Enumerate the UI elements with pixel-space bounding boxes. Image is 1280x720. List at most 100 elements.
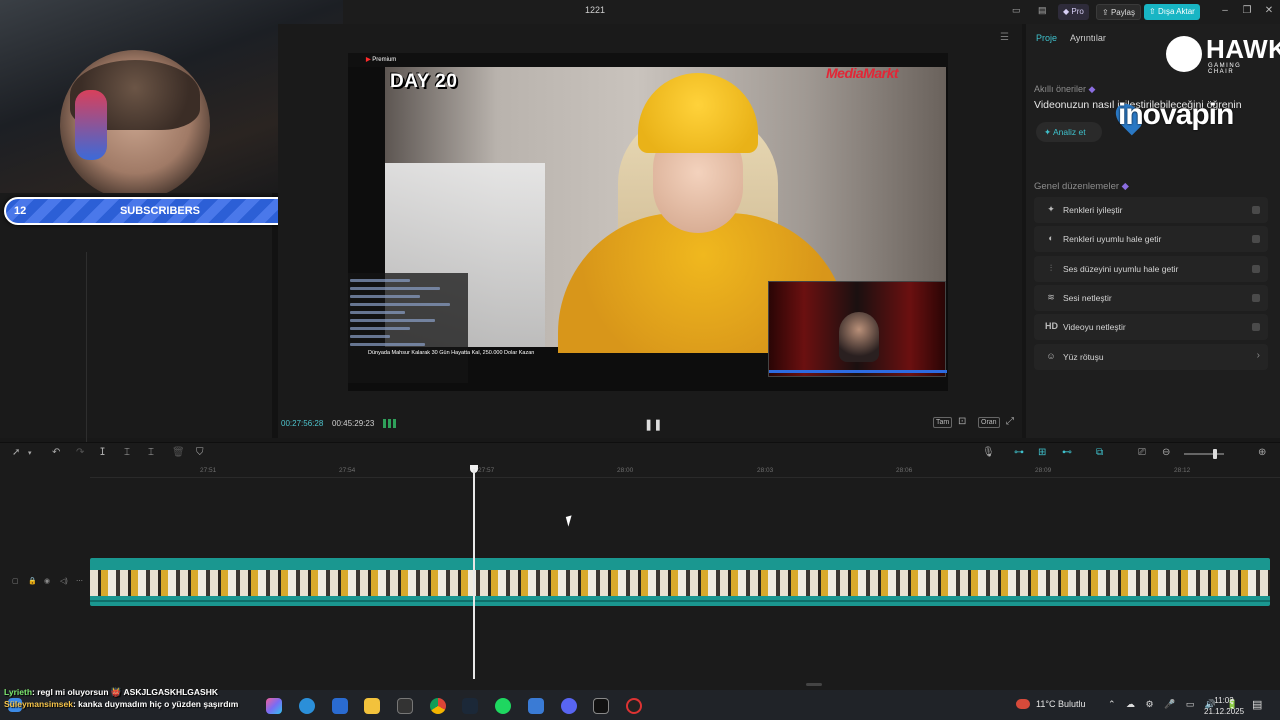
undo-icon[interactable]: ↶ [52, 447, 60, 458]
video-caption: Dünyada Mahsur Kalarak 30 Gün Hayatta Ka… [368, 350, 535, 356]
shortcuts-icon[interactable]: ▤ [1038, 5, 1047, 16]
ruler-tick: 27:57 [478, 467, 495, 474]
minimize-button[interactable]: – [1218, 5, 1232, 16]
analyze-button[interactable]: ✦ Analiz et [1036, 122, 1102, 142]
option-toggle[interactable] [1252, 265, 1260, 273]
zoom-in-icon[interactable]: ⊕ [1258, 447, 1266, 458]
color-match-icon: ◐ [1048, 233, 1054, 243]
link-icon[interactable]: ⊶ [1014, 447, 1024, 458]
export-label: Dışa Aktar [1157, 7, 1195, 16]
mediamarkt-logo: MediaMarkt [826, 65, 899, 81]
shield-icon[interactable]: ⛉ [196, 447, 204, 458]
outlook-icon[interactable] [332, 698, 348, 714]
menu-icon[interactable]: ☰ [1000, 32, 1010, 43]
notification-icon[interactable]: ▤ [1252, 698, 1262, 711]
weather-text[interactable]: 11°C Bulutlu [1036, 699, 1085, 709]
zoom-slider-handle[interactable] [1213, 449, 1217, 459]
ruler-tick: 27:54 [339, 467, 356, 474]
speaker-icon[interactable]: ◁) [60, 577, 68, 585]
capcut-icon[interactable] [593, 698, 609, 714]
option-enhance-voice[interactable]: ≋ Sesi netleştir [1034, 285, 1268, 311]
option-toggle[interactable] [1252, 235, 1260, 243]
obs-icon[interactable] [626, 698, 642, 714]
premium-label: Premium [372, 57, 397, 63]
preview-axis-icon[interactable]: ⧉ [1096, 447, 1103, 458]
snapshot-icon[interactable]: ⊡ [958, 416, 966, 427]
clock[interactable]: 11:02 21.12.2025 [1204, 695, 1244, 717]
hawk-subtext: GAMING CHAIR [1208, 63, 1242, 75]
ruler-tick: 28:06 [896, 467, 913, 474]
chat-text: : regl mi oluyorsun 👹 ASKJLGASKHLGASHK [32, 687, 218, 697]
timeline-scrollbar[interactable] [806, 683, 822, 686]
clock-time: 11:02 [1214, 696, 1234, 705]
select-tool-icon[interactable]: ➚ [12, 447, 20, 458]
maximize-button[interactable]: ❐ [1240, 5, 1254, 16]
option-match-colors[interactable]: ◐ Renkleri uyumlu hale getir [1034, 226, 1268, 252]
microphone-icon[interactable]: 🎙 [982, 447, 995, 458]
option-label: Videoyu netleştir [1063, 322, 1126, 332]
spotify-icon[interactable] [495, 698, 511, 714]
face-icon: ☺ [1046, 351, 1056, 361]
zoom-out-icon[interactable]: ⊖ [1162, 447, 1170, 458]
pip-progress [769, 370, 947, 373]
option-toggle[interactable] [1252, 294, 1260, 302]
pause-button[interactable]: ❚❚ [644, 418, 662, 431]
split-icon[interactable]: ⵊ [100, 447, 105, 458]
tab-project[interactable]: Proje [1036, 33, 1057, 43]
zoom-slider-track[interactable] [1184, 453, 1224, 455]
steam-icon[interactable] [462, 698, 478, 714]
chevron-right-icon[interactable]: › [1257, 350, 1260, 361]
pro-button[interactable]: ◆ Pro [1058, 4, 1089, 20]
export-button[interactable]: ⇧ Dışa Aktar [1144, 4, 1200, 20]
option-toggle[interactable] [1252, 206, 1260, 214]
chat-line [350, 327, 410, 330]
option-enhance-video[interactable]: HD Videoyu netleştir [1034, 314, 1268, 340]
trim-left-icon[interactable]: ⌶ [124, 447, 130, 458]
expand-icon[interactable]: ⤢ [1006, 416, 1014, 427]
xbox-icon[interactable] [397, 698, 413, 714]
smart-title-text: Akıllı öneriler [1034, 84, 1087, 94]
caption-icon[interactable]: ⎚ [1138, 447, 1146, 458]
copilot-icon[interactable] [266, 698, 282, 714]
diamond-icon: ◆ [1121, 181, 1129, 192]
folder-icon[interactable] [364, 698, 380, 714]
track-cover-icon[interactable]: ▢ [12, 577, 19, 585]
analyze-label: Analiz et [1053, 127, 1086, 137]
lock-icon[interactable]: 🔒 [28, 577, 37, 585]
taskbar: 11°C Bulutlu ⌃ ☁ ⚙ 🎤 ▭ 🔊 🔋 11:02 21.12.2… [0, 687, 1280, 720]
audio-meter-icon [383, 419, 397, 428]
option-face-retouch[interactable]: ☺ Yüz rötuşu › [1034, 344, 1268, 370]
clip-audio-strip [90, 600, 1270, 602]
more-icon[interactable]: ⋯ [76, 577, 83, 585]
edge-icon[interactable] [299, 698, 315, 714]
fullscreen-mode-button[interactable]: Tam [933, 417, 953, 428]
tab-details[interactable]: Ayrıntılar [1070, 33, 1106, 43]
chevron-down-icon[interactable]: ▾ [28, 449, 32, 457]
app-icon[interactable] [528, 698, 544, 714]
eye-icon[interactable]: ◉ [44, 577, 50, 585]
video-clip[interactable] [90, 558, 1270, 606]
option-toggle[interactable] [1252, 323, 1260, 331]
playhead[interactable] [473, 469, 475, 679]
close-button[interactable]: ✕ [1262, 5, 1276, 16]
redo-icon[interactable]: ↷ [76, 447, 84, 458]
video-preview[interactable]: ▶ Premium DAY 20 MediaMarkt Dünyada Mahs… [348, 53, 948, 391]
discord-icon[interactable] [561, 698, 577, 714]
option-label: Yüz rötuşu [1063, 352, 1104, 362]
chat-message-1: Lyrieth: regl mi oluyorsun 👹 ASKJLGASKHL… [4, 687, 218, 698]
magnet-icon[interactable]: ⊞ [1038, 447, 1046, 458]
delete-icon[interactable]: 🗑 [172, 447, 185, 458]
option-normalize-loudness[interactable]: ⫶ Ses düzeyini uyumlu hale getir [1034, 256, 1268, 282]
window-title: 1221 [584, 5, 606, 15]
snap-icon[interactable]: ⊷ [1062, 447, 1072, 458]
share-button[interactable]: ⇪ Paylaş [1096, 4, 1141, 20]
layout-icon[interactable]: ▭ [1012, 5, 1021, 16]
option-enhance-colors[interactable]: ✦ Renkleri iyileştir [1034, 197, 1268, 223]
chat-username: Lyrieth [4, 687, 33, 697]
chrome-icon[interactable] [430, 698, 446, 714]
picture-in-picture [768, 281, 947, 377]
option-label: Ses düzeyini uyumlu hale getir [1063, 264, 1179, 274]
trim-right-icon[interactable]: ⌶ [148, 447, 154, 458]
weather-icon [1016, 699, 1030, 709]
ratio-button[interactable]: Oran [978, 417, 1000, 428]
